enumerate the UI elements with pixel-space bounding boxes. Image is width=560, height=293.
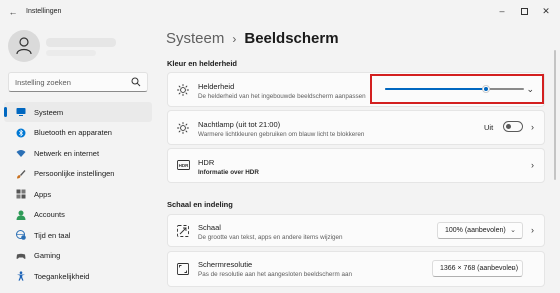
resolution-dropdown-value: 1366 × 768 (aanbevolen): [440, 265, 519, 272]
svg-text:HDR: HDR: [179, 163, 189, 168]
sidebar-item-label: Persoonlijke instellingen: [34, 169, 115, 178]
toggle-knob: [506, 124, 511, 129]
search-box[interactable]: [8, 72, 148, 92]
user-email-redacted: [46, 50, 96, 56]
close-icon[interactable]: ✕: [538, 4, 554, 18]
brightness-subtitle: De helderheid van het ingebouwde beeldsc…: [198, 93, 366, 100]
scale-icon: [177, 225, 189, 237]
chevron-down-icon: ⌄: [510, 227, 516, 234]
sidebar-item-label: Accounts: [34, 210, 65, 219]
sidebar-item-bluetooth[interactable]: Bluetooth en apparaten: [4, 123, 152, 143]
back-arrow-icon[interactable]: ←: [6, 6, 20, 18]
sidebar-item-label: Netwerk en internet: [34, 148, 100, 158]
sun-icon: [177, 122, 189, 134]
resolution-subtitle: Pas de resolutie aan het aangesloten bee…: [198, 271, 353, 278]
highlight-annotation-box: [370, 74, 544, 104]
sidebar-item-systeem[interactable]: Systeem: [4, 102, 152, 122]
hdr-title: HDR: [198, 158, 215, 167]
sidebar-item-tijd-taal[interactable]: Tijd en taal: [4, 225, 152, 245]
sidebar-item-apps[interactable]: Apps: [4, 184, 152, 204]
title-bar: ← Instellingen – ✕: [0, 0, 560, 24]
sun-icon: [177, 84, 189, 96]
breadcrumb-parent[interactable]: Systeem: [166, 30, 224, 47]
sidebar-item-toegankelijkheid[interactable]: Toegankelijkheid: [4, 266, 152, 286]
nightlight-subtitle: Warmere lichtkleuren gebruiken om blauw …: [198, 131, 365, 138]
accessibility-icon: [17, 271, 25, 281]
scrollbar-thumb[interactable]: [554, 50, 556, 180]
scale-title: Schaal: [198, 223, 221, 232]
chevron-right-icon[interactable]: ›: [531, 225, 534, 235]
sidebar-item-persoonlijk[interactable]: Persoonlijke instellingen: [4, 164, 152, 184]
sidebar-item-netwerk[interactable]: Netwerk en internet: [4, 143, 152, 163]
apps-icon: [16, 189, 26, 199]
globe-clock-icon: [16, 230, 26, 240]
resolution-dropdown[interactable]: 1366 × 768 (aanbevolen) ⌄: [432, 260, 523, 277]
bluetooth-icon: [16, 128, 26, 137]
user-name-redacted: [46, 38, 116, 47]
maximize-icon[interactable]: [516, 4, 532, 18]
sidebar-item-label: Toegankelijkheid: [34, 271, 90, 281]
section-title-scale: Schaal en indeling: [167, 200, 233, 209]
person-icon: [16, 37, 32, 54]
search-input[interactable]: [15, 76, 125, 88]
brush-icon: [17, 169, 26, 178]
sidebar-item-label: Tijd en taal: [34, 230, 71, 240]
chevron-right-icon[interactable]: ›: [531, 122, 534, 132]
app-title: Instellingen: [26, 8, 62, 15]
chevron-down-icon: ⌄: [510, 265, 516, 272]
page-title: Beeldscherm: [244, 30, 339, 47]
scale-dropdown[interactable]: 100% (aanbevolen) ⌄: [437, 222, 523, 239]
person-icon: [16, 210, 26, 220]
scale-subtitle: De grootte van tekst, apps en andere ite…: [198, 234, 343, 241]
sidebar-item-label: Apps: [34, 189, 52, 199]
wifi-icon: [16, 150, 26, 157]
hdr-card[interactable]: HDR HDR Informatie over HDR ›: [167, 148, 545, 183]
chevron-right-icon[interactable]: ›: [531, 160, 534, 170]
section-title-color: Kleur en helderheid: [167, 59, 238, 68]
sidebar-item-accounts[interactable]: Accounts: [4, 205, 152, 225]
breadcrumb: Systeem › Beeldscherm: [166, 30, 339, 47]
minimize-icon[interactable]: –: [494, 4, 510, 18]
sidebar-item-label: Systeem: [34, 107, 64, 117]
scrollbar[interactable]: [554, 50, 557, 290]
nightlight-title: Nachtlamp (uit tot 21:00): [198, 120, 281, 129]
settings-window: ← Instellingen – ✕ Systeem: [0, 0, 560, 293]
brightness-title: Helderheid: [198, 82, 235, 91]
hdr-info-link[interactable]: Informatie over HDR: [198, 169, 259, 176]
breadcrumb-separator: ›: [232, 31, 237, 46]
sidebar-item-label: Bluetooth en apparaten: [34, 128, 112, 137]
gamepad-icon: [16, 253, 26, 259]
resolution-icon: [177, 263, 189, 275]
nightlight-toggle[interactable]: [503, 121, 523, 132]
nightlight-toggle-label: Uit: [484, 123, 494, 132]
resolution-title: Schermresolutie: [198, 260, 253, 269]
scale-dropdown-value: 100% (aanbevolen): [445, 227, 506, 234]
avatar[interactable]: [8, 30, 40, 62]
search-icon[interactable]: [131, 77, 141, 87]
sidebar-item-gaming[interactable]: Gaming: [4, 246, 152, 266]
sidebar-nav: Systeem Bluetooth en apparaten Netwerk e…: [4, 102, 152, 287]
hdr-icon: HDR: [177, 160, 190, 170]
monitor-icon: [16, 108, 26, 116]
sidebar-item-label: Gaming: [34, 251, 61, 260]
